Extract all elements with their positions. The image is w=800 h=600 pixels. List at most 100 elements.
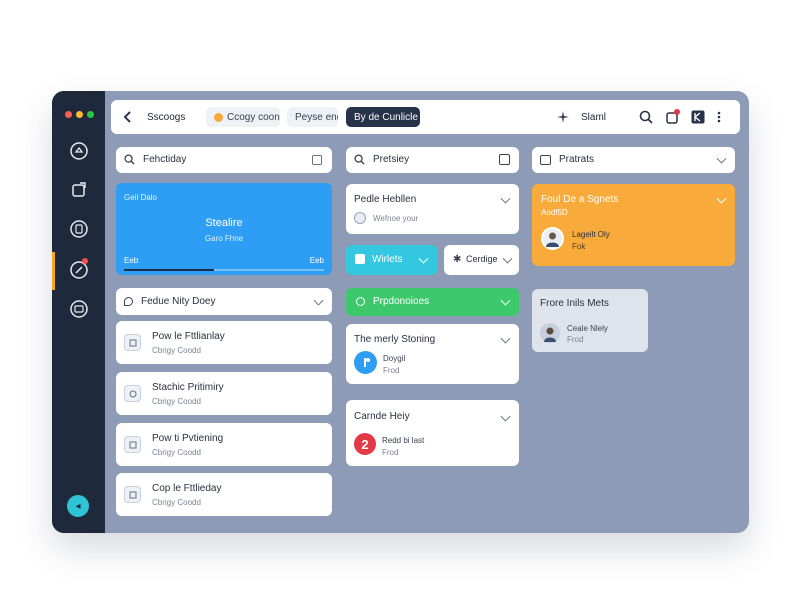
list-item-subtitle: Cbrigy Coodd: [152, 448, 201, 457]
config-button[interactable]: ✱ Cerdige: [444, 245, 519, 275]
share-icon[interactable]: [65, 176, 92, 203]
profile-icon[interactable]: [691, 107, 707, 127]
checkbox-icon[interactable]: [499, 154, 510, 165]
task-card[interactable]: Carnde Heiy 2 Redd bi last Frod: [346, 400, 519, 466]
circle-icon: [356, 297, 365, 306]
avatar: [541, 227, 564, 250]
list-item-subtitle: Cbrigy Coodd: [152, 346, 201, 355]
hero-subtitle: Garo Fhne: [204, 234, 244, 243]
config-label: Cerdige: [466, 254, 498, 264]
search-icon[interactable]: [639, 107, 655, 127]
message-card[interactable]: Pedle Hebllen Wefnoe your: [346, 184, 519, 234]
sidebar: ◂: [52, 91, 105, 533]
filter-chip-1-label: Ccogy coonn: [227, 111, 280, 123]
pill-header[interactable]: Prpdonoioes: [346, 288, 519, 316]
highlight-card[interactable]: Foul De a Sgnets Aodf5D Lageilt Oly Fok: [532, 184, 735, 266]
member-card-title: Frore Inils Mets: [540, 298, 609, 309]
minimize-dot[interactable]: [76, 111, 83, 118]
list-item[interactable]: Pow le Fttlianlay Cbrigy Coodd: [116, 321, 332, 364]
task-card[interactable]: The merly Stoning Doygil Frod: [346, 324, 519, 384]
user-avatar[interactable]: ◂: [67, 495, 89, 517]
highlight-person-sub: Fok: [572, 242, 586, 251]
list-item[interactable]: Cop le Fttlieday Cbrigy Coodd: [116, 473, 332, 516]
column-1-header[interactable]: Fehctiday: [116, 147, 332, 173]
pill-label: Prpdonoioes: [373, 296, 430, 307]
user-icon: [354, 212, 366, 224]
inbox-icon[interactable]: [65, 295, 92, 322]
document-icon[interactable]: [65, 215, 92, 242]
chevron-down-icon[interactable]: [500, 411, 511, 422]
filter-chip-1[interactable]: Ccogy coonn: [206, 107, 280, 127]
notifications-icon[interactable]: [665, 107, 683, 127]
search-icon: [124, 154, 135, 165]
share-button[interactable]: Slaml: [581, 107, 621, 127]
emoji-icon: [214, 112, 223, 122]
member-sub: Frod: [567, 335, 584, 344]
task-row-subtitle: Frod: [382, 448, 399, 457]
expand-icon[interactable]: [312, 155, 322, 165]
list-item-title: Pow le Fttlianlay: [152, 331, 225, 342]
search-icon: [354, 154, 365, 165]
hero-progress-track: [124, 269, 324, 271]
highlight-title: Foul De a Sgnets: [541, 194, 619, 205]
sparkle-icon[interactable]: [557, 107, 571, 127]
write-button[interactable]: Wirlets: [346, 245, 437, 275]
hero-progress-fill: [124, 269, 214, 271]
chevron-down-icon[interactable]: [313, 295, 324, 306]
home-icon[interactable]: [65, 137, 92, 164]
column-2-header[interactable]: Pretsiey: [346, 147, 519, 173]
maximize-dot[interactable]: [87, 111, 94, 118]
section-header[interactable]: Fedue Nity Doey: [116, 288, 332, 315]
hero-top-label: Geil Dalo: [124, 193, 157, 202]
task-card-title: The merly Stoning: [354, 334, 436, 345]
chevron-down-icon[interactable]: [500, 193, 511, 204]
column-3-title: Pratrats: [559, 154, 595, 165]
list-item[interactable]: Pow ti Pvtiening Cbrigy Coodd: [116, 423, 332, 466]
close-dot[interactable]: [65, 111, 72, 118]
list-item-subtitle: Cbrigy Coodd: [152, 397, 201, 406]
more-icon[interactable]: [717, 107, 727, 127]
hero-foot-left: Eeb: [124, 256, 139, 265]
filter-chip-3[interactable]: By de Cunlicle: [346, 107, 420, 127]
chevron-down-icon[interactable]: [716, 193, 727, 204]
doc-icon: [124, 486, 141, 503]
filter-chip-2[interactable]: Peyse end: [287, 107, 338, 127]
highlight-person-name: Lageilt Oly: [572, 230, 610, 239]
app-window: ◂ Sscoogs Ccogy coonn Peyse end By de Cu…: [52, 91, 749, 533]
doc-icon: [124, 334, 141, 351]
chevron-down-icon[interactable]: [500, 333, 511, 344]
column-2-title: Pretsiey: [373, 154, 410, 165]
task-row-subtitle: Frod: [383, 366, 400, 375]
count-badge: 2: [354, 433, 376, 455]
back-icon[interactable]: [121, 107, 135, 127]
member-card[interactable]: Frore Inils Mets Ceale Nlely Frod: [532, 289, 648, 352]
column-1-title: Fehctiday: [143, 154, 187, 165]
hero-title: Stealire: [205, 217, 243, 229]
list-item-title: Stachic Pritimiry: [152, 382, 224, 393]
chevron-down-icon[interactable]: [716, 153, 727, 164]
task-card-title: Carnde Heiy: [354, 411, 410, 422]
app-title: Sscoogs: [147, 111, 186, 123]
list-item-title: Cop le Fttlieday: [152, 483, 222, 494]
task-row-title: Doygil: [383, 354, 406, 363]
column-3-header[interactable]: Pratrats: [532, 147, 735, 173]
avatar: [540, 323, 560, 343]
window-controls: [65, 111, 94, 118]
section-title: Fedue Nity Doey: [141, 296, 216, 307]
board-icon: [540, 154, 551, 165]
list-item[interactable]: Stachic Pritimiry Cbrigy Coodd: [116, 372, 332, 415]
doc-icon: [124, 436, 141, 453]
hero-card[interactable]: Geil Dalo Stealire Garo Fhne Eeb Eeb: [116, 183, 332, 275]
hero-foot-right: Eeb: [309, 256, 324, 265]
message-card-title: Pedle Hebllen: [354, 194, 417, 205]
chat-icon: [124, 385, 141, 402]
member-name: Ceale Nlely: [567, 324, 608, 333]
task-row-title: Redd bi last: [382, 436, 425, 445]
top-bar: Sscoogs Ccogy coonn Peyse end By de Cunl…: [111, 100, 740, 134]
active-indicator: [52, 252, 55, 290]
chevron-down-icon: [502, 253, 513, 264]
tag-icon: [124, 297, 133, 306]
chevron-down-icon: [418, 253, 429, 264]
list-item-title: Pow ti Pvtiening: [152, 433, 224, 444]
chevron-down-icon: [500, 295, 511, 306]
